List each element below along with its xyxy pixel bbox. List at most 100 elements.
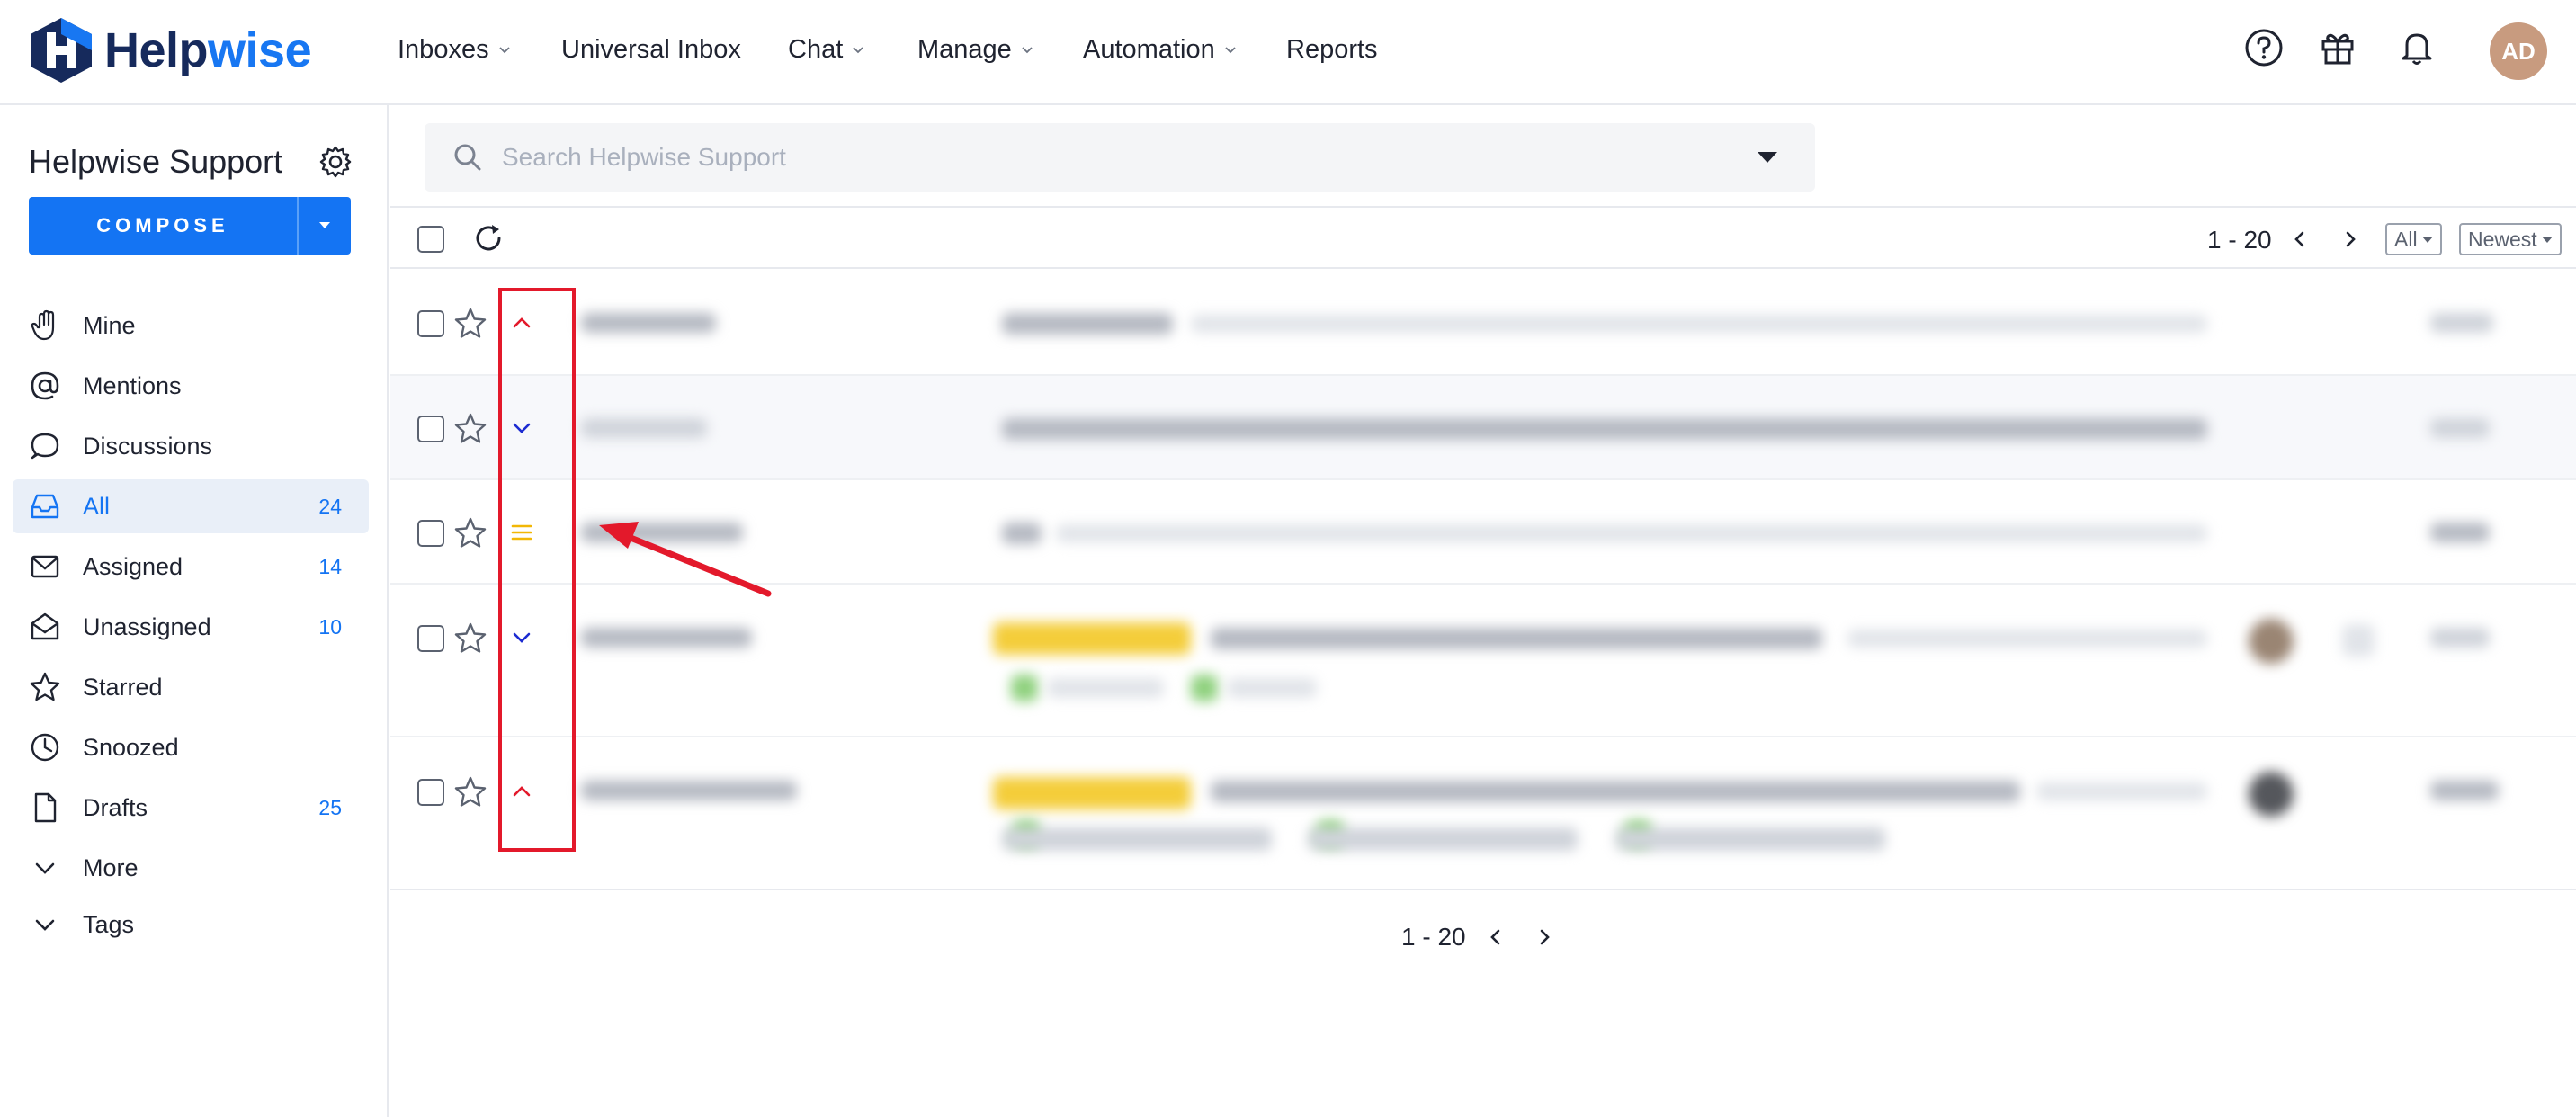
- bell-icon[interactable]: [2396, 27, 2437, 68]
- star-icon[interactable]: [453, 516, 487, 550]
- snippet-redacted: [2036, 782, 2207, 800]
- sidebar-item-mentions[interactable]: Mentions: [13, 359, 369, 413]
- refresh-icon[interactable]: [471, 221, 505, 255]
- snippet-redacted: [1847, 630, 2207, 648]
- list-divider: [390, 889, 2576, 890]
- assignee-avatar-redacted: [2249, 619, 2294, 664]
- select-all-checkbox[interactable]: [417, 226, 444, 253]
- time-redacted: [2430, 523, 2490, 542]
- nav-chat[interactable]: Chat: [788, 30, 865, 69]
- status-icon-redacted: [2342, 624, 2375, 657]
- sort-select[interactable]: Newest: [2459, 223, 2562, 255]
- chevron-right-icon[interactable]: [1533, 925, 1556, 949]
- nav-reports[interactable]: Reports: [1286, 30, 1378, 69]
- sidebar: Helpwise Support COMPOSE Mine Mentions D…: [0, 105, 389, 1117]
- chevron-down-icon: [853, 47, 863, 54]
- nav-inboxes[interactable]: Inboxes: [398, 30, 512, 69]
- user-avatar[interactable]: AD: [2490, 22, 2547, 80]
- sidebar-item-discussions[interactable]: Discussions: [13, 419, 369, 473]
- inbox-icon: [31, 494, 59, 519]
- row-checkbox[interactable]: [417, 416, 444, 442]
- compose-dropdown-button[interactable]: [297, 197, 351, 255]
- sidebar-item-label: Tags: [83, 910, 135, 938]
- label-dot-redacted: [1191, 675, 1218, 701]
- sidebar-item-more[interactable]: More: [13, 841, 369, 895]
- tag-redacted: [993, 777, 1191, 809]
- sidebar-item-count: 25: [318, 795, 342, 819]
- search-options-caret-icon[interactable]: [1758, 152, 1777, 163]
- list-toolbar: 1 - 20 All Newest: [390, 206, 2576, 269]
- nav-manage-label: Manage: [917, 34, 1012, 64]
- sidebar-item-snoozed[interactable]: Snoozed: [13, 720, 369, 774]
- conversation-row[interactable]: [390, 376, 2576, 480]
- sidebar-item-tags[interactable]: Tags: [13, 898, 369, 952]
- row-checkbox[interactable]: [417, 779, 444, 806]
- subject-redacted: [1002, 523, 1042, 544]
- nav-manage[interactable]: Manage: [917, 30, 1034, 69]
- label-dot-redacted: [1011, 675, 1038, 701]
- top-navbar: Helpwise Inboxes Universal Inbox Chat Ma…: [0, 0, 2576, 105]
- subject-redacted: [1211, 628, 1822, 649]
- chevron-left-icon[interactable]: [1484, 925, 1507, 949]
- star-icon[interactable]: [453, 775, 487, 809]
- star-icon[interactable]: [453, 307, 487, 341]
- sidebar-item-drafts[interactable]: Drafts 25: [13, 781, 369, 835]
- compose-button[interactable]: COMPOSE: [29, 197, 297, 255]
- snippet-redacted: [1191, 315, 2207, 333]
- conversation-row[interactable]: [390, 270, 2576, 376]
- assignee-avatar-redacted: [2249, 772, 2294, 817]
- row-checkbox[interactable]: [417, 310, 444, 337]
- sort-select-value: Newest: [2468, 227, 2537, 251]
- row-checkbox[interactable]: [417, 520, 444, 547]
- filter-select[interactable]: All: [2385, 223, 2442, 255]
- chevron-right-icon[interactable]: [2339, 228, 2362, 251]
- time-redacted: [2430, 628, 2490, 648]
- envelope-open-icon: [31, 612, 59, 640]
- clock-icon: [31, 733, 59, 762]
- sidebar-item-assigned[interactable]: Assigned 14: [13, 540, 369, 594]
- sidebar-item-count: 10: [318, 614, 342, 639]
- sidebar-item-starred[interactable]: Starred: [13, 660, 369, 714]
- sidebar-item-label: Mentions: [83, 371, 182, 399]
- nav-automation[interactable]: Automation: [1083, 30, 1238, 69]
- at-icon: [31, 371, 59, 400]
- sidebar-item-mine[interactable]: Mine: [13, 299, 369, 353]
- chevron-down-icon: [1022, 47, 1033, 54]
- search-input[interactable]: [502, 143, 1758, 172]
- gift-icon[interactable]: [2317, 27, 2358, 68]
- label-redacted: [1308, 827, 1578, 851]
- star-icon[interactable]: [453, 621, 487, 656]
- annotation-arrow-icon: [599, 522, 772, 597]
- star-icon[interactable]: [453, 412, 487, 446]
- conversation-row[interactable]: [390, 737, 2576, 889]
- sender-redacted: [581, 418, 707, 438]
- chevron-down-icon: [1225, 47, 1236, 54]
- gear-icon[interactable]: [318, 145, 353, 179]
- nav-chat-label: Chat: [788, 34, 844, 64]
- brand-logo[interactable]: Helpwise: [27, 14, 312, 86]
- pager-range-bottom: 1 - 20: [1401, 923, 1466, 951]
- subject-redacted: [1002, 418, 2207, 440]
- label-redacted: [1615, 827, 1885, 851]
- label-redacted: [1227, 678, 1317, 698]
- chevron-down-icon: [498, 47, 510, 54]
- nav-universal-inbox[interactable]: Universal Inbox: [561, 30, 741, 69]
- sidebar-item-label: More: [83, 853, 139, 881]
- brand-name-part2: wise: [208, 23, 312, 77]
- sidebar-item-label: Drafts: [83, 793, 148, 821]
- sender-redacted: [581, 313, 716, 333]
- sender-redacted: [581, 628, 752, 648]
- sender-redacted: [581, 781, 797, 800]
- chevron-left-icon[interactable]: [2288, 228, 2312, 251]
- compose-button-group: COMPOSE: [29, 197, 351, 255]
- time-redacted: [2430, 313, 2493, 333]
- label-redacted: [1002, 827, 1272, 851]
- chat-bubble-icon: [31, 433, 59, 460]
- row-checkbox[interactable]: [417, 625, 444, 652]
- nav-universal-inbox-label: Universal Inbox: [561, 34, 741, 64]
- sidebar-item-unassigned[interactable]: Unassigned 10: [13, 600, 369, 654]
- help-icon[interactable]: [2243, 27, 2285, 68]
- snippet-redacted: [1056, 524, 2207, 542]
- sidebar-item-all[interactable]: All 24: [13, 479, 369, 533]
- subject-redacted: [1002, 313, 1173, 335]
